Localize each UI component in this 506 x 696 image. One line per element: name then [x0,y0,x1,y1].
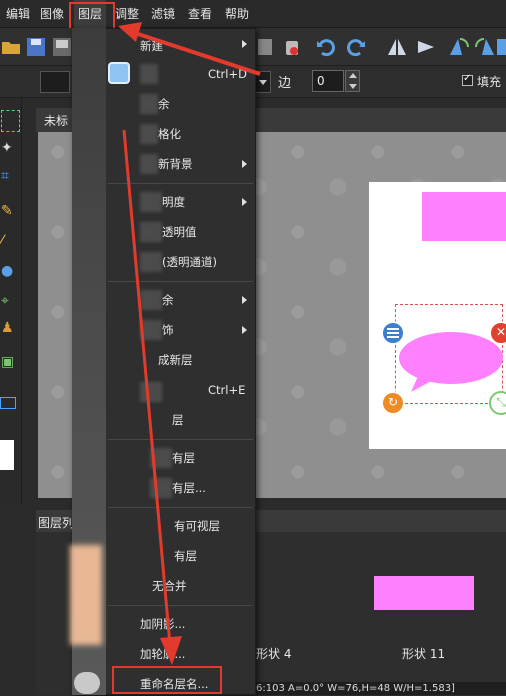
open-folder-icon[interactable] [0,35,24,59]
marquee-select-icon[interactable] [1,110,20,132]
fill-label: 填充 [477,75,502,89]
menu-item-add-outline[interactable]: 加轮廓... [140,642,185,666]
blurred-text [140,222,162,242]
flip-vertical-icon[interactable] [414,35,438,59]
chevron-down-icon[interactable] [349,84,357,89]
blurred-text [140,192,162,212]
menu-item-merge-visible[interactable]: 有可视层 [174,514,220,538]
magic-wand-icon[interactable]: ✦ [1,140,20,162]
menu-item-hide-all[interactable]: 有层 [172,446,195,470]
edge-value-stepper[interactable] [345,70,360,92]
image-tool-icon[interactable]: ▣ [1,354,20,376]
submenu-arrow-icon [242,326,247,334]
blurred-text [140,154,158,174]
redo-icon[interactable] [344,35,368,59]
menu-item-merge-all[interactable]: 有层 [174,544,197,568]
blurred-text [140,382,162,402]
menu-item-decorate[interactable]: 饰 [162,318,174,342]
menu-separator [108,439,253,440]
edge-dropdown[interactable] [255,71,271,93]
menu-view[interactable]: 查看 [184,0,216,28]
menu-separator [108,281,253,282]
menu-adjust[interactable]: 调整 [111,0,143,28]
gear-icon [74,672,100,694]
rotate-handle-icon[interactable]: ↻ [381,391,405,415]
menu-item-alpha-channel[interactable]: (透明通道) [162,250,217,274]
status-bar: 6:103 A=0.0° W=76,H=48 W/H=1.583] [250,682,506,695]
width-field[interactable] [40,71,70,93]
save-as-icon[interactable] [50,35,74,59]
rotate-right-icon[interactable] [474,35,498,59]
menu-item-to-new-layer[interactable]: 成新层 [158,348,193,372]
menu-item-transparency[interactable]: 透明值 [162,220,197,244]
crop-icon[interactable]: ⌗ [1,168,20,190]
shape-rect-icon[interactable] [0,397,16,409]
menu-item-delete[interactable]: 余 [158,92,170,116]
background-color-swatch[interactable] [0,440,14,470]
pencil-icon[interactable]: ✎ [1,203,20,225]
menu-handle-icon[interactable] [381,321,405,345]
blurred-text [150,448,172,468]
menu-image[interactable]: 图像 [36,0,68,28]
menu-item-new-background[interactable]: 新背景 [158,152,193,176]
menu-edit[interactable]: 编辑 [2,0,34,28]
pink-speech-bubble-shape[interactable] [397,330,505,394]
blurred-text [140,320,162,340]
flip-horizontal-icon[interactable] [385,35,409,59]
blurred-text [150,478,172,498]
menu-item-opacity[interactable]: 明度 [162,190,185,214]
chevron-up-icon[interactable] [349,73,357,78]
menu-help[interactable]: 帮助 [221,0,253,28]
blurred-text [140,124,158,144]
menu-item-merge-down[interactable]: Ctrl+E [208,378,245,402]
menu-item-layer[interactable]: 层 [172,408,184,432]
more-icon[interactable] [497,35,506,59]
undo-icon[interactable] [314,35,338,59]
blurred-text [140,94,158,114]
stamp-icon[interactable]: ♟ [1,320,20,342]
menu-item-flatten[interactable]: 无合并 [152,574,187,598]
menu-item-duplicate[interactable]: Ctrl+D [208,62,247,86]
blurred-text [140,290,162,310]
chevron-down-icon [259,80,267,85]
pink-rectangle-shape[interactable] [422,192,506,241]
highlight-box-rename [112,666,222,694]
edge-value-input[interactable]: 0 [312,70,344,92]
close-handle-icon[interactable]: ✕ [489,321,506,345]
brush-icon[interactable]: ⁄ [1,233,20,255]
blurred-text [140,64,158,84]
layer-label-shape-11[interactable]: 形状 11 [402,645,445,662]
layers-panel-title: 图层列 [38,516,75,530]
fill-checkbox[interactable]: ✓ [462,73,473,86]
layer-label-shape-4[interactable]: 形状 4 [256,645,291,662]
tool-panel: ✦ ⌗ ✎ ⁄ ● ⌖ ♟ ▣ [0,98,22,505]
menu-item-effects[interactable]: 余 [162,288,174,312]
trash-icon[interactable] [280,35,304,59]
document-tab-title: 未标 [44,114,69,128]
blur-drop-icon[interactable]: ● [1,263,20,285]
eyedropper-icon[interactable]: ⌖ [1,293,20,315]
layer-thumbnail-shape-11[interactable] [374,576,474,610]
resize-handle-icon[interactable]: ⤡ [489,391,506,415]
submenu-arrow-icon [242,198,247,206]
save-icon[interactable] [24,35,48,59]
menu-separator [108,183,253,184]
submenu-arrow-icon [242,296,247,304]
checkmark-icon: ✓ [463,73,472,84]
rotate-left-icon[interactable] [446,35,470,59]
menu-item-new[interactable]: 新建 [140,34,163,58]
blurred-region [70,545,102,645]
blurred-text [140,252,162,272]
submenu-arrow-icon [242,160,247,168]
copy-icon[interactable] [253,35,277,59]
submenu-arrow-icon [242,40,247,48]
layers-icon [108,62,130,84]
menu-item-show-all[interactable]: 有层... [172,476,206,500]
menu-filter[interactable]: 滤镜 [147,0,179,28]
menu-separator [108,605,253,606]
menu-separator [108,507,253,508]
menu-item-rasterize[interactable]: 格化 [158,122,181,146]
menu-item-add-shadow[interactable]: 加阴影... [140,612,185,636]
edge-label: 边 [278,76,292,91]
